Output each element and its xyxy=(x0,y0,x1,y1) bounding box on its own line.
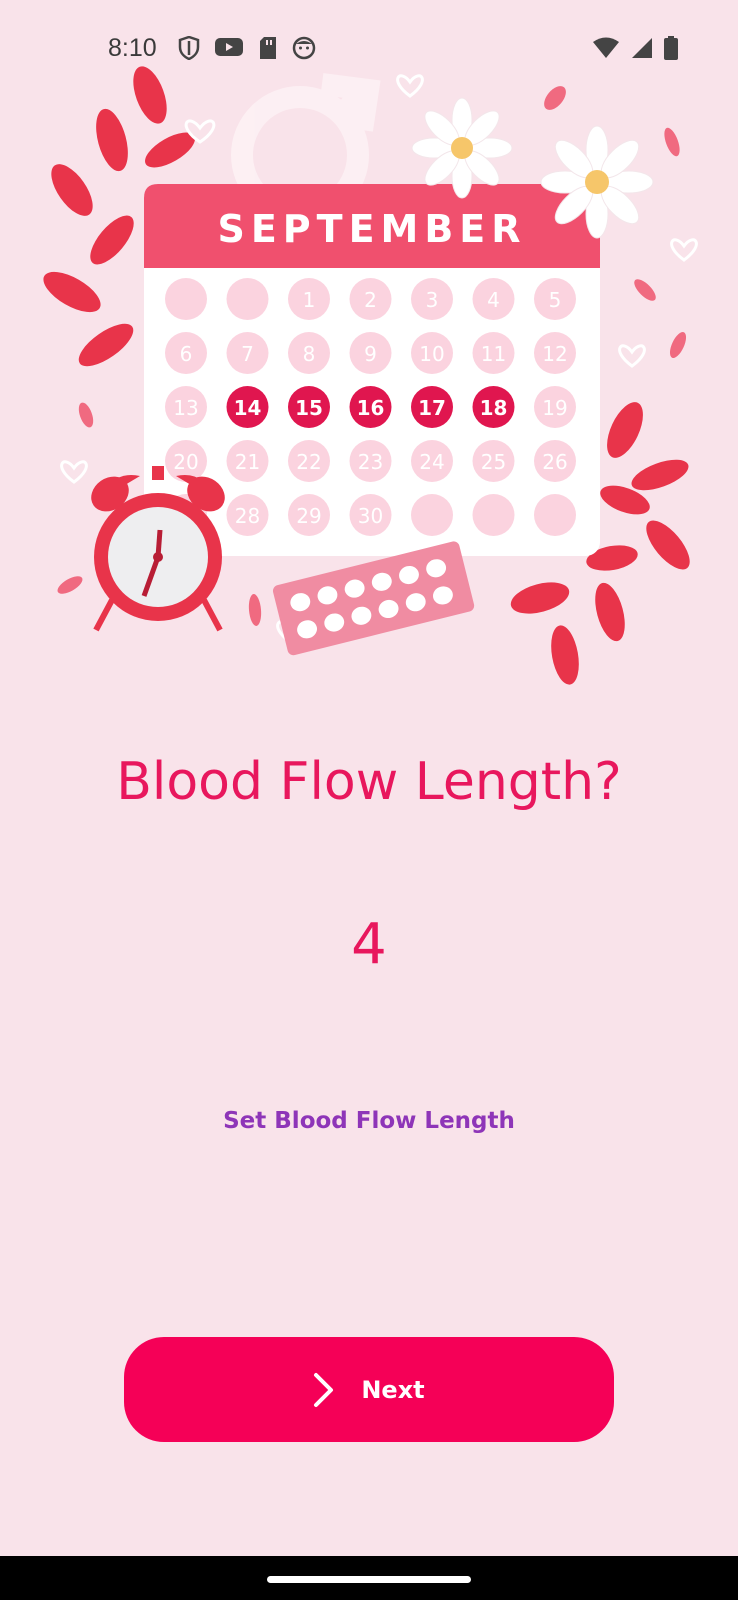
calendar-day-label: 2 xyxy=(364,288,377,312)
status-time: 8:10 xyxy=(108,34,157,62)
calendar-day-label: 11 xyxy=(481,342,506,366)
calendar-day-label: 28 xyxy=(235,504,260,528)
calendar-day-label: 22 xyxy=(296,450,321,474)
calendar-day-label: 24 xyxy=(419,450,444,474)
youtube-icon xyxy=(215,38,243,56)
calendar-day-label: 29 xyxy=(296,504,321,528)
calendar-day-label: 8 xyxy=(303,342,316,366)
calendar-day-label: 3 xyxy=(426,288,439,312)
calendar-month: SEPTEMBER xyxy=(217,207,526,251)
calendar-day-label: 4 xyxy=(487,288,500,312)
calendar-day-label: 17 xyxy=(418,396,446,420)
next-button[interactable]: Next xyxy=(124,1337,614,1442)
calendar-day-label: 5 xyxy=(549,288,562,312)
calendar-day-label: 9 xyxy=(364,342,377,366)
calendar-day-label: 18 xyxy=(480,396,508,420)
wifi-icon xyxy=(593,37,619,58)
calendar-day-label: 30 xyxy=(358,504,383,528)
calendar-day-cell xyxy=(226,278,269,320)
calendar-day-label: 7 xyxy=(241,342,254,366)
calendar-day-label: 10 xyxy=(419,342,444,366)
calendar-day-cell xyxy=(534,494,576,536)
calendar-illustration: SEPTEMBER 1 2 3 4 56 7 8 9 10 11 1213 14 15 16 17 18 192… xyxy=(43,66,698,685)
calendar-day-label: 12 xyxy=(542,342,567,366)
calendar-day-label: 16 xyxy=(357,396,385,420)
sd-card-icon xyxy=(260,37,276,59)
question-title: Blood Flow Length? xyxy=(116,752,622,812)
status-icons-right xyxy=(592,36,678,60)
battery-icon xyxy=(664,36,678,60)
calendar-day-label: 15 xyxy=(295,396,323,420)
calendar-day-label: 1 xyxy=(303,288,316,312)
status-icons-left xyxy=(178,36,316,60)
chevron-right-icon xyxy=(314,1372,334,1407)
calendar-day-label: 14 xyxy=(234,396,262,420)
next-button-label: Next xyxy=(361,1375,425,1404)
calendar-day-label: 13 xyxy=(173,396,198,420)
calendar-day-label: 19 xyxy=(542,396,567,420)
calendar-day-label: 26 xyxy=(542,450,567,474)
shield-icon xyxy=(178,36,200,60)
calendar-day-cell xyxy=(165,278,207,320)
blood-flow-length-value: 4 xyxy=(351,912,387,977)
pill-pack-icon xyxy=(272,541,475,656)
calendar-day-cell xyxy=(472,494,515,536)
calendar-day-label: 20 xyxy=(173,450,198,474)
cell-signal-icon xyxy=(632,38,652,58)
calendar-day-label: 25 xyxy=(481,450,506,474)
calendar-day-label: 21 xyxy=(235,450,260,474)
calendar-day-label: 6 xyxy=(180,342,193,366)
calendar-day-label: 23 xyxy=(358,450,383,474)
set-blood-flow-length-link[interactable]: Set Blood Flow Length xyxy=(0,1108,738,1134)
home-gesture-handle[interactable] xyxy=(267,1576,471,1583)
face-icon xyxy=(292,36,316,60)
calendar-day-cell xyxy=(411,494,453,536)
